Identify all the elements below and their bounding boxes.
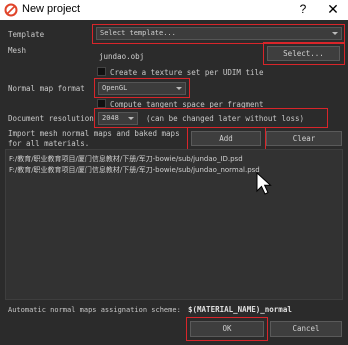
mesh-label: Mesh	[8, 46, 27, 55]
add-button[interactable]: Add	[191, 131, 261, 146]
help-button[interactable]: ?	[296, 2, 310, 16]
import-label-line1: Import mesh normal maps and baked maps	[8, 129, 180, 138]
mouse-cursor-icon	[256, 172, 272, 195]
title-bar: New project ? ✕	[0, 0, 348, 20]
window-title: New project	[22, 3, 81, 15]
template-dropdown[interactable]: Select template...	[96, 27, 342, 40]
list-item[interactable]: F:/教育/职业教育项目/厦门信息教材/下册/军刀-bowie/sub/jund…	[9, 165, 260, 175]
tangent-checkbox[interactable]	[97, 99, 106, 108]
mesh-filename: jundao.obj	[99, 52, 145, 61]
normal-map-format-value: OpenGL	[102, 84, 128, 92]
imported-maps-list[interactable]: F:/教育/职业教育项目/厦门信息教材/下册/军刀-bowie/sub/jund…	[5, 149, 343, 300]
udim-checkbox[interactable]	[97, 67, 106, 76]
scheme-value: $(MATERIAL_NAME)_normal	[188, 305, 292, 314]
template-dropdown-value: Select template...	[100, 29, 176, 37]
chevron-down-icon	[128, 117, 134, 120]
resolution-note: (can be changed later without loss)	[146, 114, 305, 123]
cancel-button[interactable]: Cancel	[270, 321, 342, 337]
template-label: Template	[8, 30, 45, 39]
chevron-down-icon	[176, 87, 182, 90]
udim-label: Create a texture set per UDIM tile	[110, 68, 264, 77]
resolution-value: 2048	[102, 114, 119, 122]
import-label-line2: for all materials.	[8, 139, 90, 148]
resolution-dropdown[interactable]: 2048	[98, 112, 138, 125]
close-button[interactable]: ✕	[326, 1, 340, 18]
app-logo-icon	[4, 3, 18, 17]
scheme-label: Automatic normal maps assignation scheme…	[8, 306, 181, 314]
tangent-label: Compute tangent space per fragment	[110, 100, 264, 109]
ok-button[interactable]: OK	[190, 321, 264, 337]
resolution-label: Document resolution	[8, 114, 94, 123]
list-item[interactable]: F:/教育/职业教育项目/厦门信息教材/下册/军刀-bowie/sub/jund…	[9, 154, 243, 164]
clear-button[interactable]: Clear	[266, 131, 342, 146]
normal-map-format-label: Normal map format	[8, 84, 85, 93]
chevron-down-icon	[332, 32, 338, 35]
mesh-select-button[interactable]: Select...	[267, 46, 340, 61]
normal-map-format-dropdown[interactable]: OpenGL	[98, 82, 186, 95]
